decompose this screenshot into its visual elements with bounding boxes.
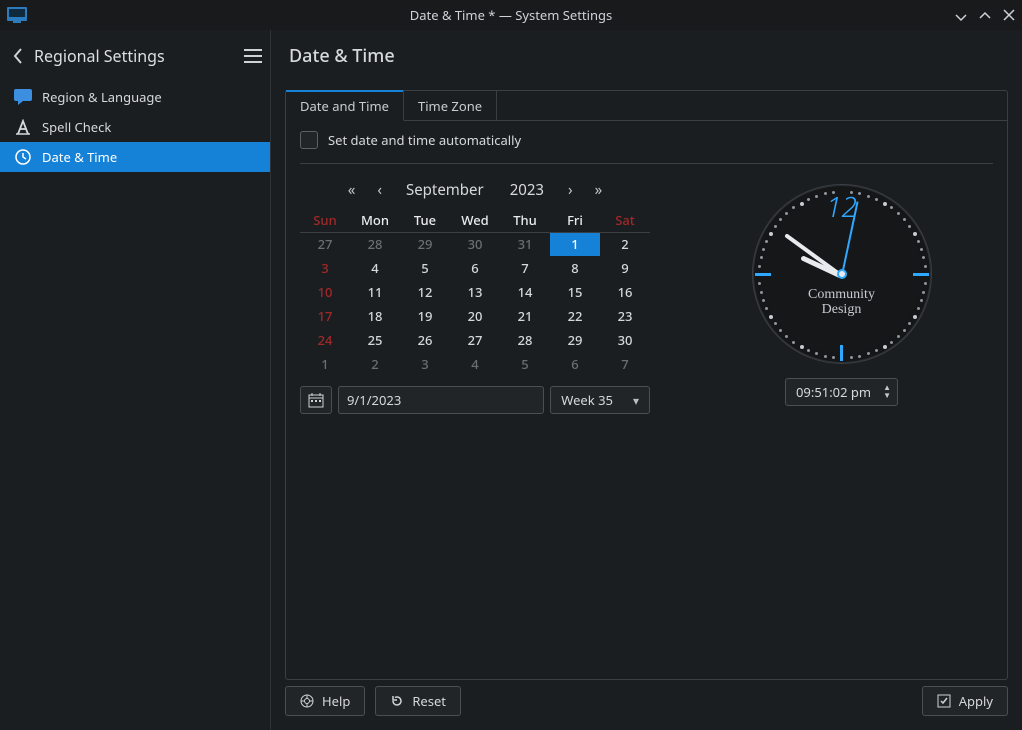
date-input[interactable]: 9/1/2023 bbox=[338, 386, 544, 414]
calendar-day[interactable]: 6 bbox=[550, 352, 600, 376]
calendar-day[interactable]: 25 bbox=[350, 328, 400, 352]
divider bbox=[300, 163, 993, 164]
calendar-day[interactable]: 7 bbox=[500, 256, 550, 280]
calendar-grid: SunMonTueWedThuFriSat 272829303112345678… bbox=[300, 208, 650, 376]
back-button[interactable]: Regional Settings bbox=[12, 45, 165, 67]
calendar-weekday: Thu bbox=[500, 208, 550, 232]
calendar-day[interactable]: 18 bbox=[350, 304, 400, 328]
calendar-day[interactable]: 4 bbox=[450, 352, 500, 376]
reset-icon bbox=[390, 694, 404, 708]
prev-year-button[interactable]: « bbox=[346, 180, 358, 200]
sidebar-item-label: Spell Check bbox=[42, 118, 111, 136]
calendar-day[interactable]: 5 bbox=[500, 352, 550, 376]
calendar-day[interactable]: 5 bbox=[400, 256, 450, 280]
calendar-day[interactable]: 28 bbox=[350, 232, 400, 256]
sidebar-item-label: Date & Time bbox=[42, 148, 117, 166]
calendar-weekday: Fri bbox=[550, 208, 600, 232]
calendar-day[interactable]: 29 bbox=[400, 232, 450, 256]
window-title: Date & Time * — System Settings bbox=[410, 6, 612, 24]
calendar-weekday: Sat bbox=[600, 208, 650, 232]
sidebar-item-label: Region & Language bbox=[42, 88, 162, 106]
window-maximize-button[interactable] bbox=[978, 8, 992, 22]
letter-a-icon bbox=[14, 118, 32, 136]
content-pane: Date & Time Date and Time Time Zone Set … bbox=[271, 30, 1022, 730]
calendar-icon bbox=[308, 392, 324, 408]
help-button[interactable]: Help bbox=[285, 686, 365, 716]
apply-icon bbox=[937, 694, 951, 708]
calendar-day[interactable]: 31 bbox=[500, 232, 550, 256]
calendar-day[interactable]: 21 bbox=[500, 304, 550, 328]
date-picker-button[interactable] bbox=[300, 386, 332, 414]
calendar-day[interactable]: 9 bbox=[600, 256, 650, 280]
calendar-day[interactable]: 8 bbox=[550, 256, 600, 280]
calendar-day[interactable]: 30 bbox=[450, 232, 500, 256]
window-close-button[interactable] bbox=[1002, 8, 1016, 22]
calendar-day[interactable]: 3 bbox=[300, 256, 350, 280]
window-titlebar: Date & Time * — System Settings bbox=[0, 0, 1022, 30]
week-selector[interactable]: Week 35 ▾ bbox=[550, 386, 650, 414]
calendar-day[interactable]: 1 bbox=[300, 352, 350, 376]
time-input[interactable]: 09:51:02 pm ▲▼ bbox=[785, 378, 898, 406]
calendar-weekday: Mon bbox=[350, 208, 400, 232]
calendar-weekday: Sun bbox=[300, 208, 350, 232]
auto-datetime-label: Set date and time automatically bbox=[328, 131, 521, 149]
sidebar-item-date-time[interactable]: Date & Time bbox=[0, 142, 270, 172]
clock-minute-hand bbox=[784, 233, 843, 277]
apply-button[interactable]: Apply bbox=[922, 686, 1008, 716]
calendar-year[interactable]: 2023 bbox=[510, 180, 544, 200]
calendar-weekday: Wed bbox=[450, 208, 500, 232]
calendar-day[interactable]: 28 bbox=[500, 328, 550, 352]
sidebar-title: Regional Settings bbox=[34, 45, 165, 67]
calendar-day[interactable]: 6 bbox=[450, 256, 500, 280]
auto-datetime-checkbox[interactable] bbox=[300, 131, 318, 149]
calendar-day[interactable]: 19 bbox=[400, 304, 450, 328]
prev-month-button[interactable]: ‹ bbox=[375, 180, 384, 200]
page-title: Date & Time bbox=[289, 44, 395, 68]
chevron-left-icon bbox=[12, 47, 24, 65]
calendar-day[interactable]: 29 bbox=[550, 328, 600, 352]
calendar-day[interactable]: 15 bbox=[550, 280, 600, 304]
calendar-day[interactable]: 13 bbox=[450, 280, 500, 304]
hamburger-menu-button[interactable] bbox=[244, 49, 262, 63]
tab-time-zone[interactable]: Time Zone bbox=[404, 91, 497, 121]
calendar-weekday: Tue bbox=[400, 208, 450, 232]
calendar-day[interactable]: 23 bbox=[600, 304, 650, 328]
next-month-button[interactable]: › bbox=[566, 180, 575, 200]
calendar-day[interactable]: 4 bbox=[350, 256, 400, 280]
calendar-day[interactable]: 17 bbox=[300, 304, 350, 328]
chevron-down-icon: ▾ bbox=[633, 392, 639, 409]
clock-icon bbox=[14, 148, 32, 166]
calendar-day[interactable]: 7 bbox=[600, 352, 650, 376]
sidebar: Regional Settings Region & Language Spel… bbox=[0, 30, 271, 730]
clock-brand: Community Design bbox=[808, 287, 875, 318]
calendar-day[interactable]: 27 bbox=[300, 232, 350, 256]
calendar-day[interactable]: 2 bbox=[600, 232, 650, 256]
calendar-day[interactable]: 14 bbox=[500, 280, 550, 304]
calendar-day[interactable]: 12 bbox=[400, 280, 450, 304]
calendar-day[interactable]: 20 bbox=[450, 304, 500, 328]
analog-clock: 12 Community Design bbox=[752, 184, 932, 364]
calendar-day[interactable]: 22 bbox=[550, 304, 600, 328]
calendar-day[interactable]: 10 bbox=[300, 280, 350, 304]
calendar-day[interactable]: 2 bbox=[350, 352, 400, 376]
tab-date-and-time[interactable]: Date and Time bbox=[286, 91, 404, 121]
calendar-day[interactable]: 3 bbox=[400, 352, 450, 376]
app-icon bbox=[6, 4, 28, 26]
window-minimize-button[interactable] bbox=[954, 8, 968, 22]
next-year-button[interactable]: » bbox=[593, 180, 605, 200]
help-icon bbox=[300, 694, 314, 708]
calendar-day[interactable]: 26 bbox=[400, 328, 450, 352]
calendar-day[interactable]: 16 bbox=[600, 280, 650, 304]
reset-button[interactable]: Reset bbox=[375, 686, 461, 716]
calendar-day[interactable]: 24 bbox=[300, 328, 350, 352]
calendar-month[interactable]: September bbox=[406, 180, 484, 200]
sidebar-item-spell-check[interactable]: Spell Check bbox=[0, 112, 270, 142]
calendar-day[interactable]: 11 bbox=[350, 280, 400, 304]
calendar-day[interactable]: 1 bbox=[550, 232, 600, 256]
time-spinner-icon[interactable]: ▲▼ bbox=[883, 384, 891, 400]
sidebar-item-region-language[interactable]: Region & Language bbox=[0, 82, 270, 112]
calendar-day[interactable]: 30 bbox=[600, 328, 650, 352]
calendar-day[interactable]: 27 bbox=[450, 328, 500, 352]
chat-bubble-icon bbox=[14, 88, 32, 106]
